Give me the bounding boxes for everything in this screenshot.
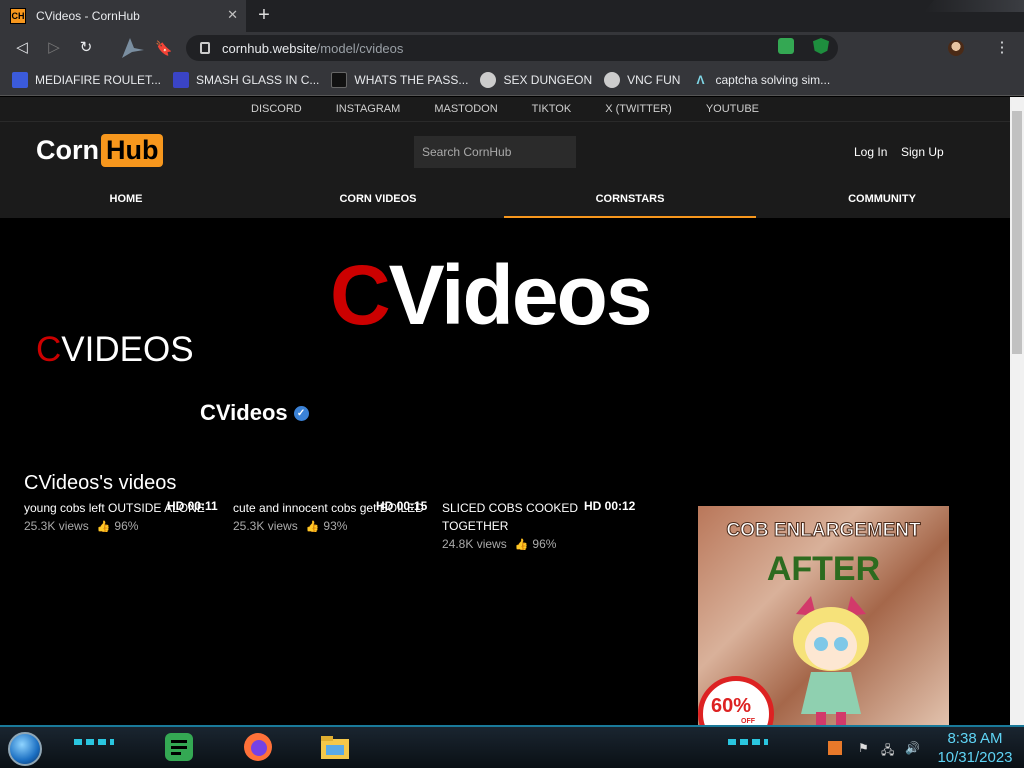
menu-corn-videos[interactable]: CORN VIDEOS xyxy=(252,184,504,218)
bookmark-favicon-icon xyxy=(480,71,497,88)
video-duration: HD 00:15 xyxy=(376,499,428,513)
web-page: DISCORD INSTAGRAM MASTODON TIKTOK X (TWI… xyxy=(0,97,1010,725)
flag-icon[interactable]: ⚑ xyxy=(858,741,869,755)
video-title[interactable]: SLICED COBS COOKED TOGETHER xyxy=(442,499,582,535)
bookmark-item[interactable]: Λcaptcha solving sim... xyxy=(692,72,830,88)
clock-time: 8:38 AM xyxy=(947,730,1003,747)
tray-app-icon[interactable] xyxy=(828,741,842,755)
volume-icon[interactable]: 🔊 xyxy=(905,741,920,755)
reload-icon[interactable]: ↻ xyxy=(76,38,96,58)
video-rating: 93% xyxy=(323,519,348,533)
url-text[interactable]: cornhub.website/model/cvideos xyxy=(222,41,403,56)
page-scrollbar[interactable] xyxy=(1010,97,1024,725)
model-name: CVideos ✓ xyxy=(200,400,309,426)
ad-headline: COB ENLARGEMENT xyxy=(726,520,921,542)
browser-toolbar: ◁ ▷ ↻ 🔖 cornhub.website/model/cvideos ⋮ xyxy=(0,32,1024,64)
search-input[interactable] xyxy=(414,136,576,168)
menu-home[interactable]: HOME xyxy=(0,184,252,218)
social-link-instagram[interactable]: INSTAGRAM xyxy=(336,103,401,115)
system-clock[interactable]: 8:38 AM 10/31/2023 xyxy=(930,729,1020,767)
bookmark-favicon-icon: Λ xyxy=(696,72,705,87)
video-meta: 24.8K views 👍 96% xyxy=(442,537,582,551)
back-icon[interactable]: ◁ xyxy=(12,38,32,58)
video-item[interactable]: young cobs left OUTSIDE ALONE HD 00:11 2… xyxy=(24,499,224,533)
site-favicon-icon: CH xyxy=(10,8,26,24)
site-header: CornHub Log In Sign Up HOME CORN VIDEOS … xyxy=(0,121,1010,218)
bookmark-item[interactable]: MEDIAFIRE ROULET... xyxy=(12,71,161,88)
bookmarks-bar: MEDIAFIRE ROULET... SMASH GLASS IN C... … xyxy=(0,64,1024,96)
video-item[interactable]: SLICED COBS COOKED TOGETHER HD 00:12 24.… xyxy=(442,499,635,551)
thumbs-up-icon: 👍 xyxy=(96,520,111,533)
video-views: 25.3K views xyxy=(24,519,89,533)
thumbs-up-icon: 👍 xyxy=(514,538,529,551)
tab-strip: CH CVideos - CornHub ✕ + xyxy=(0,0,1024,32)
video-duration: HD 00:11 xyxy=(167,499,218,513)
ad-subheadline: AFTER xyxy=(766,550,881,588)
social-links: DISCORD INSTAGRAM MASTODON TIKTOK X (TWI… xyxy=(0,97,1010,121)
address-bar[interactable]: cornhub.website/model/cvideos xyxy=(186,35,838,61)
video-meta: 25.3K views 👍 93% xyxy=(233,519,433,533)
extension-bird-icon[interactable] xyxy=(118,34,146,62)
file-explorer-icon[interactable] xyxy=(319,731,351,763)
profile-avatar[interactable] xyxy=(948,40,964,56)
menu-cornstars[interactable]: CORNSTARS xyxy=(504,184,756,218)
menu-community[interactable]: COMMUNITY xyxy=(756,184,1008,218)
video-views: 24.8K views xyxy=(442,537,507,551)
video-rating: 96% xyxy=(114,519,139,533)
lock-icon xyxy=(200,42,210,54)
close-tab-icon[interactable]: ✕ xyxy=(227,7,238,23)
network-icon[interactable]: 🖧 xyxy=(881,741,894,762)
video-meta: 25.3K views 👍 96% xyxy=(24,519,224,533)
videos-heading: CVideos's videos xyxy=(24,472,177,494)
bookmark-item[interactable]: VNC FUN xyxy=(604,71,680,88)
taskbar-decoration xyxy=(728,739,768,745)
login-link[interactable]: Log In xyxy=(854,145,887,159)
firefox-icon[interactable] xyxy=(242,731,274,763)
video-rating: 96% xyxy=(532,537,557,551)
social-link-mastodon[interactable]: MASTODON xyxy=(434,103,497,115)
bookmark-item[interactable]: SMASH GLASS IN C... xyxy=(173,71,319,88)
scrollbar-thumb[interactable] xyxy=(1012,111,1022,354)
bookmark-favicon-icon xyxy=(604,71,621,88)
notes-app-icon[interactable] xyxy=(163,731,195,763)
discount-badge: 60% OFF xyxy=(698,676,774,725)
bookmark-favicon-icon xyxy=(173,71,190,88)
social-link-discord[interactable]: DISCORD xyxy=(251,103,302,115)
thumbs-up-icon: 👍 xyxy=(305,520,320,533)
bookmark-favicon-icon xyxy=(331,71,348,88)
model-banner-title: CVideos xyxy=(330,248,653,342)
video-item[interactable]: cute and innocent cobs get BOILED HD 00:… xyxy=(233,499,433,533)
video-duration: HD 00:12 xyxy=(584,499,636,513)
clock-date: 10/31/2023 xyxy=(937,749,1013,766)
social-link-youtube[interactable]: YOUTUBE xyxy=(706,103,759,115)
bookmark-item[interactable]: SEX DUNGEON xyxy=(480,71,592,88)
browser-tab[interactable]: CH CVideos - CornHub ✕ xyxy=(0,0,246,32)
video-views: 25.3K views xyxy=(233,519,298,533)
advertisement-banner[interactable]: COB ENLARGEMENT AFTER 60% OFF xyxy=(698,506,949,725)
forward-icon[interactable]: ▷ xyxy=(44,38,64,58)
new-tab-button[interactable]: + xyxy=(253,4,275,26)
tab-title: CVideos - CornHub xyxy=(36,9,140,23)
window-frame-decoration xyxy=(924,0,1024,12)
social-link-tiktok[interactable]: TIKTOK xyxy=(532,103,572,115)
site-logo[interactable]: Corn Hub xyxy=(36,134,164,167)
menu-icon[interactable]: ⋮ xyxy=(992,38,1012,58)
verified-badge-icon: ✓ xyxy=(293,405,309,421)
start-button[interactable] xyxy=(8,732,42,766)
signup-link[interactable]: Sign Up xyxy=(901,145,944,159)
bookmark-icon[interactable]: 🔖 xyxy=(154,38,174,58)
main-menu: HOME CORN VIDEOS CORNSTARS COMMUNITY xyxy=(0,184,1010,218)
social-link-twitter[interactable]: X (TWITTER) xyxy=(605,103,672,115)
taskbar: ⚑ 🖧 🔊 8:38 AM 10/31/2023 xyxy=(0,725,1024,768)
bookmark-item[interactable]: WHATS THE PASS... xyxy=(331,71,468,88)
cartoon-character-icon xyxy=(793,596,869,725)
screen: CH CVideos - CornHub ✕ + ◁ ▷ ↻ 🔖 cornhub… xyxy=(0,0,1024,768)
model-brand-text: CVIDEOS xyxy=(36,330,194,369)
notes-extension-icon[interactable] xyxy=(778,38,794,54)
taskbar-decoration xyxy=(74,739,114,745)
bookmark-favicon-icon xyxy=(12,71,28,88)
